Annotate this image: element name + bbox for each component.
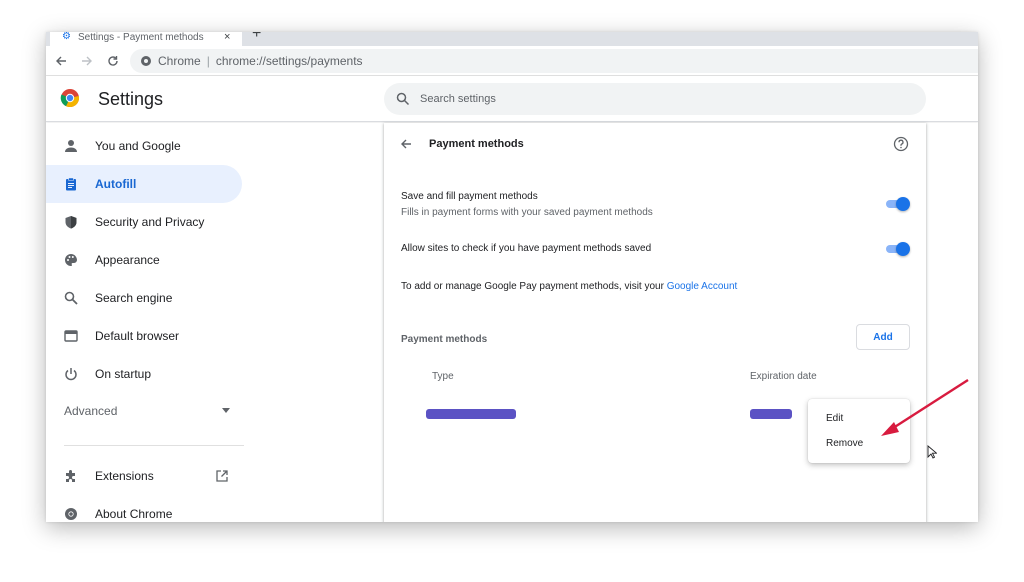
- subpage-title: Payment methods: [429, 138, 524, 150]
- sidebar-item-label: Search engine: [95, 291, 173, 305]
- sidebar-item-label: About Chrome: [95, 507, 173, 521]
- palette-icon: [65, 254, 77, 266]
- redacted-card-type: [426, 409, 516, 419]
- chrome-icon: [65, 508, 77, 520]
- chrome-site-icon: [141, 56, 151, 66]
- site-label: Chrome: [158, 54, 201, 68]
- save-fill-title: Save and fill payment methods: [401, 191, 538, 202]
- url-separator: |: [206, 54, 210, 68]
- menu-item-edit[interactable]: Edit: [826, 413, 843, 424]
- allow-check-title: Allow sites to check if you have payment…: [401, 243, 652, 254]
- search-input[interactable]: [420, 93, 900, 105]
- sidebar-item-you-and-google[interactable]: You and Google: [46, 127, 242, 165]
- search-settings-box[interactable]: [384, 83, 926, 115]
- google-account-link[interactable]: Google Account: [667, 281, 738, 292]
- forward-button[interactable]: [78, 52, 96, 70]
- sidebar-item-appearance[interactable]: Appearance: [46, 241, 242, 279]
- menu-item-remove[interactable]: Remove: [826, 438, 863, 449]
- reload-icon: [108, 56, 118, 66]
- search-icon: [396, 92, 410, 106]
- payment-methods-card: Payment methods Save and fill payment me…: [384, 123, 937, 522]
- tab-strip: ⚙ Settings - Payment methods × +: [46, 32, 978, 46]
- clipboard-icon: [66, 177, 76, 191]
- sidebar: You and Google Autofill Security and Pri…: [46, 123, 246, 522]
- sidebar-item-default-browser[interactable]: Default browser: [46, 317, 242, 355]
- sidebar-item-about-chrome[interactable]: About Chrome: [46, 495, 242, 522]
- google-pay-note: To add or manage Google Pay payment meth…: [401, 281, 737, 292]
- search-icon: [64, 291, 78, 305]
- mouse-cursor-icon: [927, 445, 937, 459]
- back-arrow-icon: [56, 56, 66, 66]
- sidebar-item-extensions[interactable]: Extensions: [46, 457, 242, 495]
- power-icon: [65, 368, 77, 381]
- allow-check-toggle[interactable]: [884, 242, 910, 256]
- browser-toolbar: Chrome | chrome://settings/payments: [46, 46, 978, 76]
- shield-icon: [65, 216, 77, 229]
- column-header-type: Type: [432, 371, 454, 382]
- payment-methods-section-label: Payment methods: [401, 334, 488, 345]
- advanced-label: Advanced: [64, 404, 118, 418]
- tab-close-button[interactable]: ×: [224, 32, 230, 43]
- settings-header: Settings: [46, 76, 978, 122]
- column-header-expiration: Expiration date: [750, 371, 817, 382]
- save-fill-toggle[interactable]: [884, 197, 910, 211]
- sidebar-item-label: On startup: [95, 367, 152, 381]
- sidebar-item-label: Extensions: [95, 469, 154, 483]
- sidebar-item-label: Autofill: [95, 177, 137, 191]
- forward-arrow-icon: [82, 56, 92, 66]
- sidebar-advanced-toggle[interactable]: Advanced: [64, 404, 230, 418]
- sidebar-divider: [64, 445, 244, 446]
- tab-settings-payment[interactable]: ⚙ Settings - Payment methods ×: [50, 32, 242, 46]
- redacted-expiration: [750, 409, 792, 419]
- page-title: Settings: [98, 89, 164, 109]
- sidebar-item-label: Security and Privacy: [95, 215, 205, 229]
- browser-icon: [64, 330, 78, 342]
- tab-title: Settings - Payment methods: [78, 32, 204, 43]
- address-bar[interactable]: Chrome | chrome://settings/payments: [130, 49, 978, 73]
- toggle-knob: [896, 197, 910, 211]
- sidebar-item-security[interactable]: Security and Privacy: [46, 203, 242, 241]
- add-payment-button[interactable]: Add: [856, 324, 910, 350]
- url-text: chrome://settings/payments: [215, 54, 363, 68]
- sidebar-item-on-startup[interactable]: On startup: [46, 355, 242, 393]
- sidebar-item-autofill[interactable]: Autofill: [46, 165, 242, 203]
- sidebar-item-label: You and Google: [95, 139, 181, 153]
- person-icon: [65, 140, 77, 152]
- new-tab-button[interactable]: +: [252, 32, 261, 42]
- reload-button[interactable]: [104, 52, 122, 70]
- card-action-menu: Edit Remove: [808, 399, 910, 463]
- chrome-logo-icon: [60, 89, 80, 108]
- chevron-down-icon: [222, 408, 230, 413]
- back-button[interactable]: [52, 52, 70, 70]
- settings-gear-icon: ⚙: [62, 32, 71, 42]
- sidebar-item-label: Appearance: [95, 253, 160, 267]
- puzzle-icon: [66, 470, 75, 482]
- google-pay-text: To add or manage Google Pay payment meth…: [401, 281, 667, 292]
- save-fill-subtitle: Fills in payment forms with your saved p…: [401, 207, 653, 218]
- sidebar-item-search-engine[interactable]: Search engine: [46, 279, 242, 317]
- sidebar-item-label: Default browser: [95, 329, 180, 343]
- back-arrow-icon[interactable]: [400, 138, 412, 150]
- toggle-knob: [896, 242, 910, 256]
- help-icon[interactable]: [893, 136, 909, 152]
- browser-window: ⚙ Settings - Payment methods × + Chrome …: [46, 32, 978, 522]
- open-in-new-icon[interactable]: [216, 470, 228, 482]
